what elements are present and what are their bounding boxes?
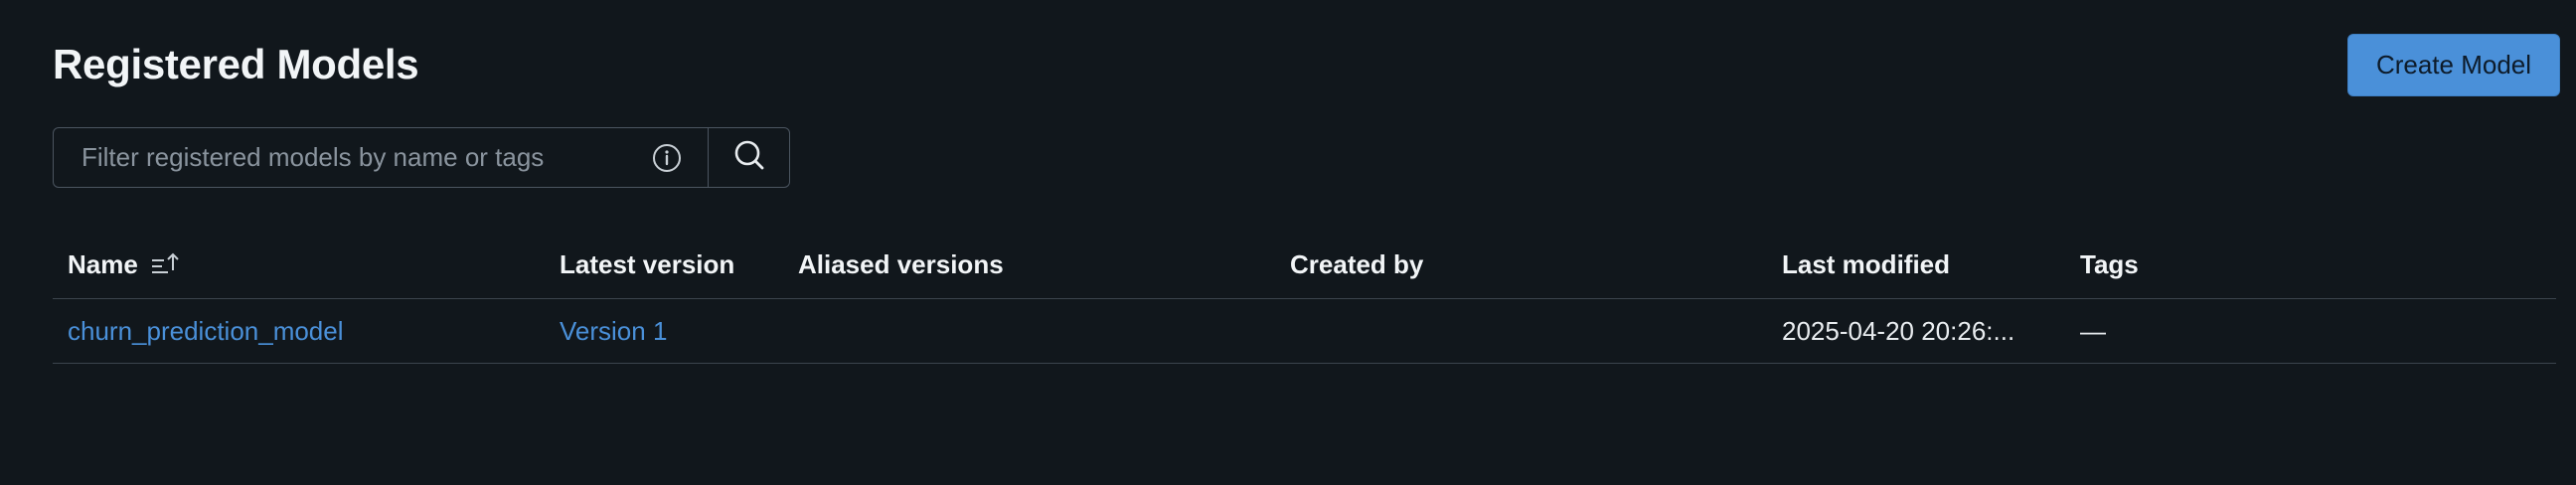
column-header-latest-version: Latest version [560,248,735,279]
create-model-button[interactable]: Create Model [2347,33,2560,96]
search-bar [53,127,790,190]
column-header-created-by: Created by [1290,248,1424,279]
cell-tags: — [2080,315,2106,346]
model-name-link[interactable]: churn_prediction_model [68,316,344,346]
registered-models-page: Registered Models Create Model Filter re… [0,0,2576,485]
page-title: Registered Models [53,41,419,87]
cell-latest-version: Version 1 [545,316,783,347]
table-header-row: Name Latest version Aliased versions Cre… [53,231,2556,299]
search-button[interactable] [709,127,790,188]
column-header-tags: Tags [2080,248,2139,279]
search-icon [732,138,766,177]
column-header-label: Name [68,248,138,279]
latest-version-link[interactable]: Version 1 [560,316,667,346]
column-header-last-modified: Last modified [1782,248,1951,279]
search-input[interactable] [80,141,650,174]
page-header: Registered Models Create Model [53,32,2560,97]
table-row: churn_prediction_model Version 1 2025-04… [53,299,2556,364]
column-header-aliased-versions: Aliased versions [798,248,1004,279]
search-field-wrapper [53,127,709,188]
cell-last-modified: 2025-04-20 20:26:... [1782,315,2015,346]
models-table: Name Latest version Aliased versions Cre… [53,231,2556,364]
info-icon[interactable] [650,141,684,175]
cell-name: churn_prediction_model [53,316,545,347]
column-header-name[interactable]: Name [53,249,545,280]
sort-ascending-icon[interactable] [150,251,180,277]
